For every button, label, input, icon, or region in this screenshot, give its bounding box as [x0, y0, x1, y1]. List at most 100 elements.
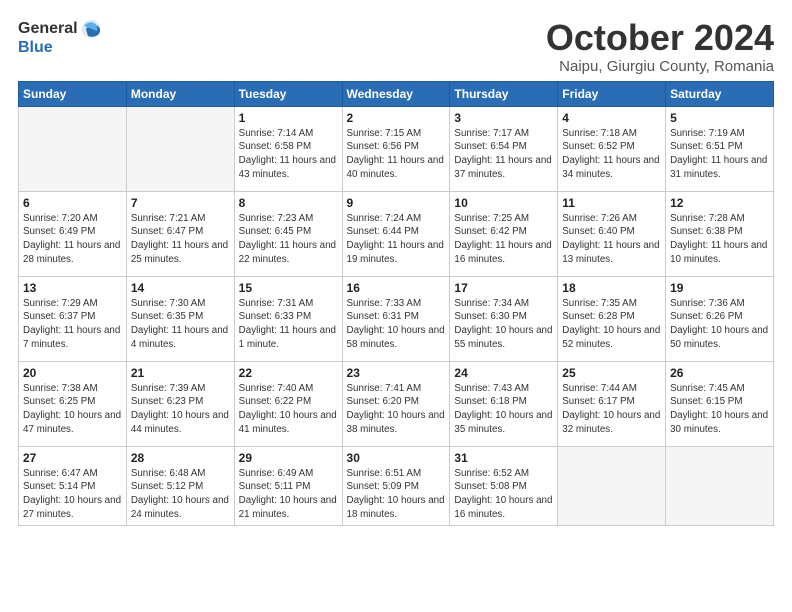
day-number: 11 [562, 196, 661, 210]
calendar-cell: 21 Sunrise: 7:39 AM Sunset: 6:23 PM Dayli… [126, 361, 234, 446]
day-number: 20 [23, 366, 122, 380]
day-number: 5 [670, 111, 769, 125]
day-number: 13 [23, 281, 122, 295]
day-number: 31 [454, 451, 553, 465]
day-number: 24 [454, 366, 553, 380]
calendar-cell: 14Sunrise: 7:30 AM Sunset: 6:35 PM Dayli… [126, 276, 234, 361]
calendar-cell [19, 106, 127, 191]
day-info: Sunrise: 7:17 AM Sunset: 6:54 PM Dayligh… [454, 127, 553, 182]
day-info: Sunrise: 7:39 AM Sunset: 6:23 PM Dayligh… [131, 382, 230, 437]
day-number: 26 [670, 366, 769, 380]
day-info: Sunrise: 7:28 AM Sunset: 6:38 PM Dayligh… [670, 212, 769, 267]
calendar-cell: 3 Sunrise: 7:17 AM Sunset: 6:54 PM Daylig… [450, 106, 558, 191]
week-row-5: 27 Sunrise: 6:47 AM Sunset: 5:14 PM Dayli… [19, 446, 774, 526]
logo-blue: Blue [18, 40, 53, 56]
day-number: 23 [347, 366, 446, 380]
day-header-sunday: Sunday [19, 81, 127, 106]
calendar-cell: 5 Sunrise: 7:19 AM Sunset: 6:51 PM Daylig… [666, 106, 774, 191]
day-header-saturday: Saturday [666, 81, 774, 106]
day-info: Sunrise: 7:41 AM Sunset: 6:20 PM Dayligh… [347, 382, 446, 437]
day-info: Sunrise: 7:21 AM Sunset: 6:47 PM Dayligh… [131, 212, 230, 267]
day-header-wednesday: Wednesday [342, 81, 450, 106]
day-number: 3 [454, 111, 553, 125]
calendar-cell: 10 Sunrise: 7:25 AM Sunset: 6:42 PM Dayli… [450, 191, 558, 276]
day-number: 14 [131, 281, 230, 295]
day-info: Sunrise: 7:44 AM Sunset: 6:17 PM Dayligh… [562, 382, 661, 437]
calendar-cell: 4 Sunrise: 7:18 AM Sunset: 6:52 PM Daylig… [558, 106, 666, 191]
calendar-cell: 20 Sunrise: 7:38 AM Sunset: 6:25 PM Dayli… [19, 361, 127, 446]
day-header-tuesday: Tuesday [234, 81, 342, 106]
day-info: Sunrise: 7:26 AM Sunset: 6:40 PM Dayligh… [562, 212, 661, 267]
week-row-1: 1Sunrise: 7:14 AM Sunset: 6:58 PM Daylig… [19, 106, 774, 191]
day-info: Sunrise: 7:24 AM Sunset: 6:44 PM Dayligh… [347, 212, 446, 267]
calendar-table: SundayMondayTuesdayWednesdayThursdayFrid… [18, 81, 774, 527]
day-info: Sunrise: 7:40 AM Sunset: 6:22 PM Dayligh… [239, 382, 338, 437]
week-row-4: 20 Sunrise: 7:38 AM Sunset: 6:25 PM Dayli… [19, 361, 774, 446]
day-header-row: SundayMondayTuesdayWednesdayThursdayFrid… [19, 81, 774, 106]
calendar-cell: 1Sunrise: 7:14 AM Sunset: 6:58 PM Daylig… [234, 106, 342, 191]
calendar-cell [666, 446, 774, 526]
calendar-cell: 15 Sunrise: 7:31 AM Sunset: 6:33 PM Dayli… [234, 276, 342, 361]
calendar-cell: 12Sunrise: 7:28 AM Sunset: 6:38 PM Dayli… [666, 191, 774, 276]
day-info: Sunrise: 7:14 AM Sunset: 6:58 PM Dayligh… [239, 127, 338, 182]
week-row-3: 13 Sunrise: 7:29 AM Sunset: 6:37 PM Dayli… [19, 276, 774, 361]
day-header-monday: Monday [126, 81, 234, 106]
day-info: Sunrise: 6:52 AM Sunset: 5:08 PM Dayligh… [454, 467, 553, 522]
logo: General [18, 18, 102, 40]
day-info: Sunrise: 6:47 AM Sunset: 5:14 PM Dayligh… [23, 467, 122, 522]
calendar-cell: 27 Sunrise: 6:47 AM Sunset: 5:14 PM Dayli… [19, 446, 127, 526]
day-header-friday: Friday [558, 81, 666, 106]
day-info: Sunrise: 6:48 AM Sunset: 5:12 PM Dayligh… [131, 467, 230, 522]
day-number: 30 [347, 451, 446, 465]
calendar-cell: 30Sunrise: 6:51 AM Sunset: 5:09 PM Dayli… [342, 446, 450, 526]
calendar-cell: 29 Sunrise: 6:49 AM Sunset: 5:11 PM Dayli… [234, 446, 342, 526]
day-number: 22 [239, 366, 338, 380]
calendar-cell: 7Sunrise: 7:21 AM Sunset: 6:47 PM Daylig… [126, 191, 234, 276]
day-info: Sunrise: 7:31 AM Sunset: 6:33 PM Dayligh… [239, 297, 338, 352]
calendar-cell: 17 Sunrise: 7:34 AM Sunset: 6:30 PM Dayli… [450, 276, 558, 361]
day-number: 9 [347, 196, 446, 210]
calendar-cell: 22 Sunrise: 7:40 AM Sunset: 6:22 PM Dayli… [234, 361, 342, 446]
day-header-thursday: Thursday [450, 81, 558, 106]
calendar-cell: 6 Sunrise: 7:20 AM Sunset: 6:49 PM Daylig… [19, 191, 127, 276]
day-info: Sunrise: 7:35 AM Sunset: 6:28 PM Dayligh… [562, 297, 661, 352]
day-number: 29 [239, 451, 338, 465]
day-info: Sunrise: 7:25 AM Sunset: 6:42 PM Dayligh… [454, 212, 553, 267]
day-number: 2 [347, 111, 446, 125]
day-number: 16 [347, 281, 446, 295]
day-info: Sunrise: 7:23 AM Sunset: 6:45 PM Dayligh… [239, 212, 338, 267]
header: General Blue October 2024 Naipu, Giurgiu… [18, 18, 774, 75]
day-number: 10 [454, 196, 553, 210]
calendar-cell: 9 Sunrise: 7:24 AM Sunset: 6:44 PM Daylig… [342, 191, 450, 276]
calendar-title: October 2024 [546, 18, 774, 58]
day-info: Sunrise: 7:20 AM Sunset: 6:49 PM Dayligh… [23, 212, 122, 267]
day-info: Sunrise: 7:18 AM Sunset: 6:52 PM Dayligh… [562, 127, 661, 182]
day-number: 19 [670, 281, 769, 295]
day-number: 27 [23, 451, 122, 465]
calendar-cell: 18Sunrise: 7:35 AM Sunset: 6:28 PM Dayli… [558, 276, 666, 361]
day-number: 4 [562, 111, 661, 125]
logo-area: General Blue [18, 18, 102, 56]
day-info: Sunrise: 7:45 AM Sunset: 6:15 PM Dayligh… [670, 382, 769, 437]
calendar-cell: 28 Sunrise: 6:48 AM Sunset: 5:12 PM Dayli… [126, 446, 234, 526]
day-number: 6 [23, 196, 122, 210]
calendar-cell: 25Sunrise: 7:44 AM Sunset: 6:17 PM Dayli… [558, 361, 666, 446]
calendar-cell: 13 Sunrise: 7:29 AM Sunset: 6:37 PM Dayli… [19, 276, 127, 361]
logo-icon [80, 18, 102, 40]
logo-general: General [18, 21, 78, 37]
day-number: 8 [239, 196, 338, 210]
day-number: 28 [131, 451, 230, 465]
day-info: Sunrise: 7:29 AM Sunset: 6:37 PM Dayligh… [23, 297, 122, 352]
calendar-cell: 11 Sunrise: 7:26 AM Sunset: 6:40 PM Dayli… [558, 191, 666, 276]
day-info: Sunrise: 7:38 AM Sunset: 6:25 PM Dayligh… [23, 382, 122, 437]
day-info: Sunrise: 7:34 AM Sunset: 6:30 PM Dayligh… [454, 297, 553, 352]
calendar-cell [126, 106, 234, 191]
day-info: Sunrise: 6:49 AM Sunset: 5:11 PM Dayligh… [239, 467, 338, 522]
day-number: 17 [454, 281, 553, 295]
calendar-cell: 16Sunrise: 7:33 AM Sunset: 6:31 PM Dayli… [342, 276, 450, 361]
day-number: 21 [131, 366, 230, 380]
calendar-cell: 8 Sunrise: 7:23 AM Sunset: 6:45 PM Daylig… [234, 191, 342, 276]
day-number: 15 [239, 281, 338, 295]
calendar-cell: 26 Sunrise: 7:45 AM Sunset: 6:15 PM Dayli… [666, 361, 774, 446]
day-info: Sunrise: 7:19 AM Sunset: 6:51 PM Dayligh… [670, 127, 769, 182]
